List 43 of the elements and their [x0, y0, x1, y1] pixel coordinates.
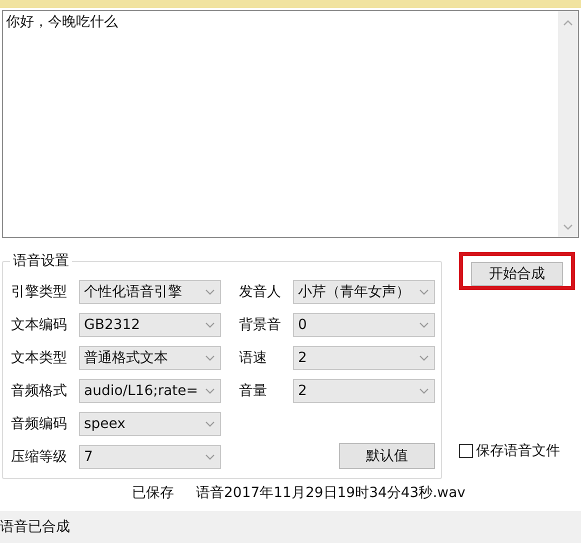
dropdown[interactable]: 小芹（青年女声）: [293, 280, 435, 304]
chevron-down-icon: [204, 321, 216, 329]
chevron-down-icon: [204, 453, 216, 461]
scroll-up-icon[interactable]: [562, 19, 574, 27]
editor-text: 你好，今晚吃什么: [6, 14, 118, 30]
chevron-down-icon: [418, 387, 430, 395]
field-label: 音量: [239, 382, 268, 400]
dropdown[interactable]: speex: [79, 412, 221, 436]
field-label: 文本编码: [11, 316, 68, 334]
chevron-down-icon: [204, 354, 216, 362]
saved-message: 已保存: [132, 484, 174, 502]
group-title: 语音设置: [10, 252, 72, 270]
dropdown[interactable]: 个性化语音引擎: [79, 280, 221, 304]
dropdown[interactable]: 2: [293, 346, 435, 370]
text-editor[interactable]: 你好，今晚吃什么: [2, 10, 579, 238]
dropdown[interactable]: 0: [293, 313, 435, 337]
chevron-down-icon: [204, 288, 216, 296]
field-label: 压缩等级: [11, 448, 68, 466]
checkbox-label: 保存语音文件: [476, 442, 560, 460]
field-label: 背景音: [239, 316, 282, 334]
status-text: 语音已合成: [0, 518, 70, 536]
scroll-down-icon[interactable]: [562, 223, 574, 231]
field-label: 发音人: [239, 283, 282, 301]
dropdown[interactable]: audio/L16;rate=: [79, 379, 221, 403]
chevron-down-icon: [204, 387, 216, 395]
dropdown[interactable]: 2: [293, 379, 435, 403]
dropdown[interactable]: GB2312: [79, 313, 221, 337]
scrollbar[interactable]: [558, 11, 578, 237]
field-label: 引擎类型: [11, 283, 68, 301]
dropdown[interactable]: 7: [79, 445, 221, 469]
chevron-down-icon: [204, 420, 216, 428]
saved-message: 语音2017年11月29日19时34分43秒.wav: [196, 484, 466, 502]
chevron-down-icon: [418, 288, 430, 296]
field-label: 音频格式: [11, 382, 68, 400]
default-button[interactable]: 默认值: [339, 443, 435, 469]
field-label: 文本类型: [11, 349, 68, 367]
checkbox[interactable]: [459, 444, 473, 458]
start-synthesis-button[interactable]: 开始合成: [471, 262, 563, 286]
dropdown[interactable]: 普通格式文本: [79, 346, 221, 370]
chevron-down-icon: [418, 354, 430, 362]
field-label: 音频编码: [11, 415, 68, 433]
chevron-down-icon: [418, 321, 430, 329]
field-label: 语速: [239, 349, 268, 367]
